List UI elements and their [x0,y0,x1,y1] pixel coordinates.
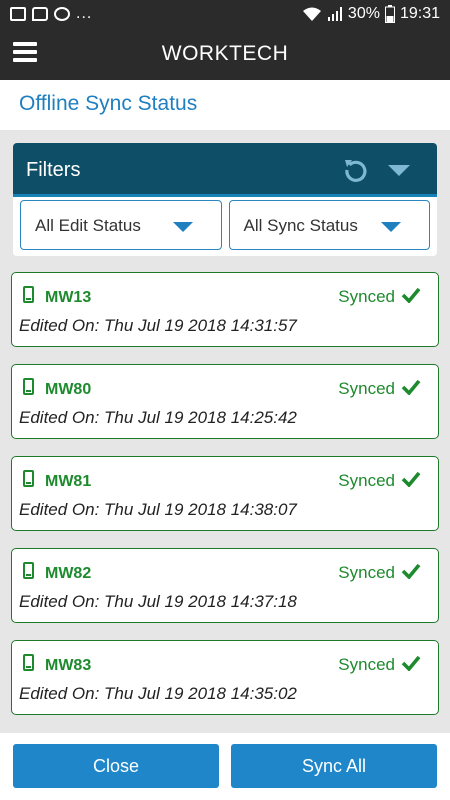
edited-on-text: Edited On: Thu Jul 19 2018 14:35:02 [19,684,297,703]
page-header: Offline Sync Status [0,80,450,130]
list-item[interactable]: MW83 Synced Edited On: Thu Jul 19 2018 1… [11,640,439,715]
mobile-icon [23,378,34,395]
check-icon [401,379,421,395]
refresh-icon[interactable] [343,157,369,183]
mobile-icon [23,286,34,303]
edit-status-value: All Edit Status [35,216,141,235]
sync-status-label: Synced [338,287,395,306]
close-button[interactable]: Close [13,744,219,788]
notification-icons: ... [10,5,93,22]
sync-status-select[interactable]: All Sync Status [228,200,430,250]
overflow-indicator: ... [76,5,93,22]
filters-panel: Filters All Edit Status All Sync Status [13,143,437,256]
edit-status-select[interactable]: All Edit Status [20,200,222,250]
wifi-icon [302,7,321,21]
sync-status-label: Synced [338,379,395,398]
item-id: MW81 [45,473,92,490]
battery-icon [384,5,395,23]
edited-on-text: Edited On: Thu Jul 19 2018 14:31:57 [19,316,297,335]
mobile-icon [23,562,34,579]
battery-percent: 30% [347,5,380,22]
list-item[interactable]: MW13 Synced Edited On: Thu Jul 19 2018 1… [11,272,439,347]
item-id: MW82 [45,565,92,582]
system-indicators: 30% 19:31 [302,5,440,23]
caret-down-icon [381,222,401,232]
footer-bar: Close Sync All [0,733,450,800]
sync-status-label: Synced [338,563,395,582]
check-icon [401,287,421,303]
sync-status-label: Synced [338,655,395,674]
edited-on-text: Edited On: Thu Jul 19 2018 14:25:42 [19,408,297,427]
edited-on-text: Edited On: Thu Jul 19 2018 14:38:07 [19,500,297,519]
caret-down-icon [172,222,193,232]
app-bar: WORKTECH [0,30,450,80]
clock: 19:31 [399,5,440,22]
sync-all-button[interactable]: Sync All [231,744,437,788]
filters-label: Filters [26,159,81,181]
list-item[interactable]: MW81 Synced Edited On: Thu Jul 19 2018 1… [11,456,439,531]
check-icon [401,563,421,579]
signal-icon [327,7,342,21]
item-id: MW13 [45,289,92,306]
app-title: WORKTECH [161,42,289,65]
check-icon [401,471,421,487]
image-icon [10,7,26,21]
check-icon [401,655,421,671]
item-id: MW80 [45,381,92,398]
mobile-icon [23,470,34,487]
video-icon [54,7,70,21]
status-bar: ... 30% 19:31 [0,0,450,30]
item-id: MW83 [45,657,92,674]
list-item[interactable]: MW82 Synced Edited On: Thu Jul 19 2018 1… [11,548,439,623]
edited-on-text: Edited On: Thu Jul 19 2018 14:37:18 [19,592,297,611]
sync-status-value: All Sync Status [243,216,358,235]
mobile-icon [23,654,34,671]
sync-status-label: Synced [338,471,395,490]
page-title: Offline Sync Status [19,92,198,115]
filters-header[interactable]: Filters [13,143,437,197]
sync-list: MW13 Synced Edited On: Thu Jul 19 2018 1… [11,272,439,732]
chat-icon [32,7,48,21]
chevron-down-icon[interactable] [388,165,410,176]
filter-selects: All Edit Status All Sync Status [20,200,430,250]
list-item[interactable]: MW80 Synced Edited On: Thu Jul 19 2018 1… [11,364,439,439]
